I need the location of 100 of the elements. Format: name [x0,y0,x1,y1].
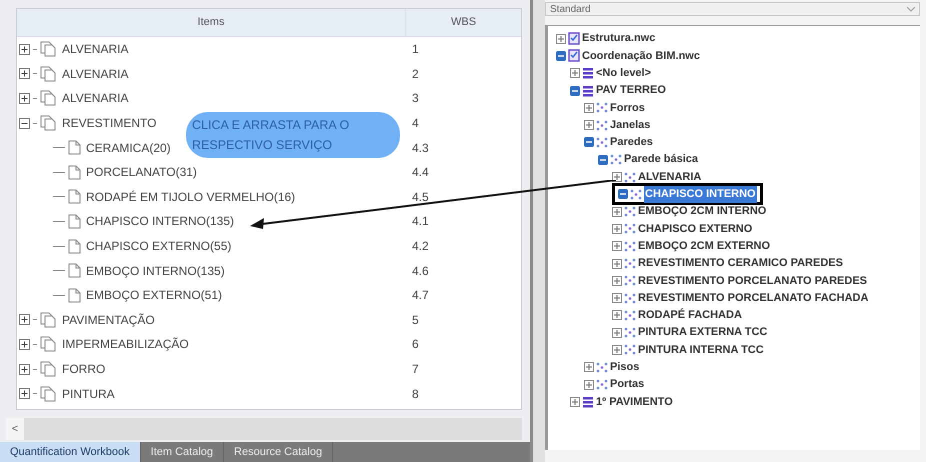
dots-icon [610,154,622,166]
documents-icon [40,336,57,352]
item-label[interactable]: FORRO [62,360,106,378]
wbs-cell-text: 4.5 [412,188,429,206]
tree-node[interactable]: PAV TERREO [570,82,666,99]
tree-node[interactable]: REVESTIMENTO PORCELANATO FACHADA [612,290,868,306]
tree-node[interactable]: Paredes [584,134,653,151]
dots-icon [624,223,636,234]
tree-node[interactable]: Parede básica [598,151,698,168]
tree-node[interactable]: ALVENARIA [612,168,702,186]
dots-icon [624,310,636,321]
dots-icon [624,327,636,338]
tab[interactable]: Item Catalog [140,442,224,462]
expand-icon[interactable] [612,172,622,182]
item-label[interactable]: PINTURA [62,384,115,403]
page-icon [68,214,81,229]
wbs-cell-text: 8 [412,386,419,403]
chevron-down-icon [907,6,915,12]
page-icon [68,189,81,204]
item-label[interactable]: CHAPISCO EXTERNO(55) [86,237,232,256]
item-label[interactable]: CERAMICA(20) [86,138,171,157]
expand-icon[interactable] [19,92,30,104]
dots-icon [630,188,642,200]
dots-icon [596,379,608,390]
documents-icon [40,386,57,402]
dots-icon [624,240,636,252]
wbs-cell-text: 3 [412,90,419,108]
collapse-icon[interactable] [598,154,608,165]
tree-node[interactable]: Coordenação BIM.nwc [556,48,700,64]
expand-icon[interactable] [19,364,30,375]
view-dropdown[interactable]: Standard [545,2,920,16]
tree-node[interactable]: 1º PAVIMENTO [570,394,673,410]
annotation-text: CLICA E ARRASTA PARA O RESPECTIVO SERVIÇO [192,117,350,154]
documents-icon [40,41,57,58]
expand-icon[interactable] [19,314,30,326]
tree-node[interactable]: <No level> [570,64,652,82]
tree-node[interactable]: EMBOÇO 2CM EXTERNO [612,238,770,254]
tree-node[interactable]: CHAPISCO INTERNO [612,183,763,206]
expand-icon[interactable] [19,388,30,400]
dots-icon [624,172,636,183]
wbs-cell-text: 4.6 [412,262,429,280]
dots-icon [596,120,608,131]
documents-icon [40,312,57,328]
collapse-icon[interactable] [556,50,566,61]
collapse-icon[interactable] [19,118,30,129]
tree-node[interactable]: Janelas [584,116,650,134]
tree-node[interactable]: PINTURA EXTERNA TCC [612,324,768,341]
item-label[interactable]: CHAPISCO INTERNO(135) [86,212,234,230]
wbs-cell-text: 5 [412,312,419,329]
tab[interactable]: Quantification Workbook [0,442,141,462]
collapse-icon[interactable] [570,86,580,96]
dots-icon [596,362,608,373]
item-label[interactable]: ALVENARIA [62,40,128,58]
column-header[interactable]: WBS [406,9,521,36]
item-label[interactable]: PORCELANATO(31) [86,163,197,182]
tree-node[interactable]: Forros [584,100,645,116]
item-label[interactable]: ALVENARIA [62,64,128,83]
wbs-cell-text: 1 [412,41,419,58]
documents-icon [40,115,57,132]
wbs-cell-text: 4 [412,115,419,132]
wbs-cell-text: 4.4 [412,164,429,182]
documents-icon [40,66,57,82]
item-label[interactable]: PAVIMENTAÇÃO [62,310,155,329]
splitter[interactable] [530,0,545,462]
wbs-cell-text: 6 [412,336,419,354]
tree-node[interactable]: CHAPISCO EXTERNO [612,220,752,238]
layers-icon [582,67,594,80]
tree-node[interactable]: REVESTIMENTO CERAMICO PAREDES [612,255,843,272]
expand-icon[interactable] [19,338,30,350]
item-label[interactable]: ALVENARIA [62,89,128,108]
page-icon [68,288,81,303]
item-label[interactable]: REVESTIMENTO [62,114,156,132]
collapse-icon[interactable] [584,137,594,148]
item-label[interactable]: EMBOÇO INTERNO(135) [86,262,225,280]
column-header[interactable]: Items [17,9,406,36]
layers-icon [582,84,594,97]
expand-icon[interactable] [19,44,30,55]
collapse-icon[interactable] [618,189,628,200]
tree-node[interactable]: RODAPÉ FACHADA [612,307,742,324]
tree-node[interactable]: EMBOÇO 2CM INTERNO [612,203,766,220]
page-icon [68,164,81,180]
layers-icon [582,396,594,408]
item-label[interactable]: RODAPÉ EM TIJOLO VERMELHO(16) [86,188,296,206]
tree-node[interactable]: Estrutura.nwc [556,30,656,47]
tree-node[interactable]: Pisos [584,359,640,376]
scroll-left-button[interactable]: < [6,418,24,440]
wbs-cell-text: 7 [412,361,419,378]
expand-icon[interactable] [19,68,30,80]
tree-node[interactable]: REVESTIMENTO PORCELANATO PAREDES [612,272,867,290]
documents-icon [40,361,57,378]
page-icon [68,140,81,156]
documents-icon [40,90,57,106]
dots-icon [624,206,636,218]
page-icon [68,263,81,278]
wbs-cell-text: 2 [412,66,419,83]
item-label[interactable]: IMPERMEABILIZAÇÃO [62,335,189,354]
wbs-cell-text: 4.3 [412,140,429,157]
tree-node[interactable]: Portas [584,376,644,393]
item-label[interactable]: EMBOÇO EXTERNO(51) [86,286,222,304]
tree-node[interactable]: PINTURA INTERNA TCC [612,342,764,358]
